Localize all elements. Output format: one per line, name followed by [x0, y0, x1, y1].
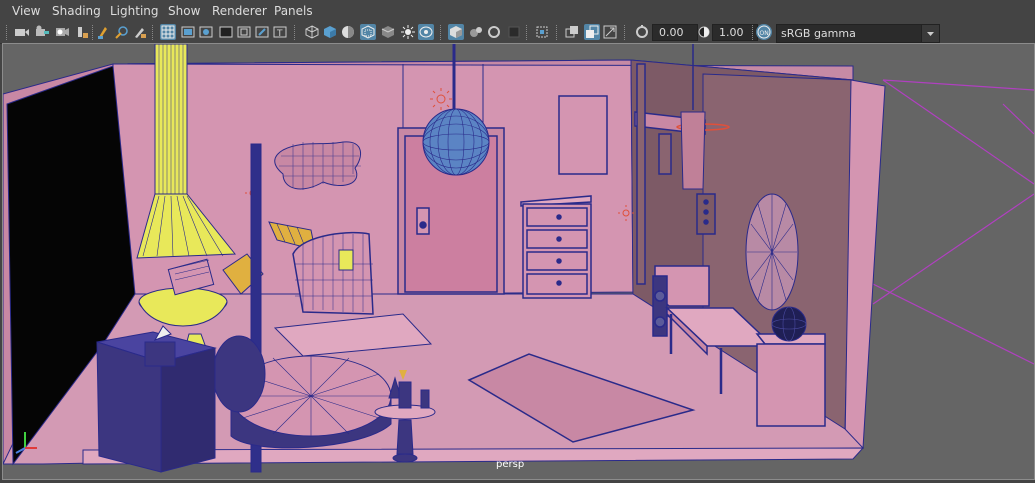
panel-toolbar: T 0.00 1.00 ON sRGB gamma: [0, 22, 1035, 44]
two-d-pan-icon[interactable]: [96, 24, 112, 40]
toolbar-separator: [556, 25, 559, 40]
colorspace-value: sRGB gamma: [781, 27, 856, 40]
disco-ball: [422, 108, 490, 176]
toolbar-separator: [92, 25, 95, 40]
viewport-3d[interactable]: persp: [2, 43, 1035, 480]
purple-cabinet: [96, 325, 217, 473]
motion-blur-icon[interactable]: [506, 24, 522, 40]
exposure-icon[interactable]: [634, 24, 650, 40]
exposure-field[interactable]: 0.00: [652, 24, 698, 41]
grid-icon[interactable]: [160, 24, 176, 40]
toolbar-separator: [752, 25, 755, 40]
dresser: [520, 195, 592, 299]
wall-frame: [558, 95, 608, 175]
toolbar-separator: [624, 25, 627, 40]
toolbar-separator: [440, 25, 443, 40]
menu-shading[interactable]: Shading: [52, 4, 101, 18]
wicker-chair: [292, 231, 374, 315]
menu-show[interactable]: Show: [168, 4, 200, 18]
grease-pencil-icon[interactable]: [114, 24, 130, 40]
wireframe-icon[interactable]: [304, 24, 320, 40]
menu-lighting[interactable]: Lighting: [110, 4, 159, 18]
safe-title-icon[interactable]: T: [272, 24, 288, 40]
menu-renderer[interactable]: Renderer: [212, 4, 267, 18]
anti-aliasing-icon[interactable]: [534, 24, 550, 40]
ambient-occlusion-icon[interactable]: [486, 24, 502, 40]
hanging-lamp-right: [680, 111, 706, 190]
color-management-icon[interactable]: ON: [756, 24, 772, 40]
toolbar-separator: [526, 25, 529, 40]
toolbar-separator: [6, 25, 9, 40]
textured-icon[interactable]: [360, 24, 376, 40]
menu-view[interactable]: View: [12, 4, 40, 18]
toolbar-separator: [294, 25, 297, 40]
use-all-lights-icon[interactable]: [380, 24, 396, 40]
resolution-gate-icon[interactable]: [198, 24, 214, 40]
default-material-icon[interactable]: [340, 24, 356, 40]
gamma-icon[interactable]: [696, 24, 712, 40]
svg-text:T: T: [276, 29, 283, 39]
safe-action-icon[interactable]: [254, 24, 270, 40]
menu-panels[interactable]: Panels: [274, 4, 313, 18]
cloud-decor: [274, 141, 362, 190]
grease-pencil-color-icon[interactable]: [132, 24, 148, 40]
image-plane-icon[interactable]: [74, 24, 90, 40]
chevron-down-icon[interactable]: [921, 25, 939, 42]
round-lamp: [771, 306, 807, 342]
shadows-icon[interactable]: [400, 24, 416, 40]
isolate-select-icon[interactable]: [584, 24, 600, 40]
wire-sphere: [212, 335, 266, 413]
xray-icon[interactable]: [418, 24, 434, 40]
nightstand: [755, 333, 826, 427]
bookmark-icon[interactable]: [54, 24, 70, 40]
svg-text:ON: ON: [760, 30, 769, 37]
select-camera-icon[interactable]: [14, 24, 30, 40]
xray-joints-icon[interactable]: [448, 24, 464, 40]
camera-attributes-icon[interactable]: [34, 24, 50, 40]
gate-mask-icon[interactable]: [218, 24, 234, 40]
xray-active-icon[interactable]: [468, 24, 484, 40]
film-gate-icon[interactable]: [180, 24, 196, 40]
field-chart-icon[interactable]: [236, 24, 252, 40]
toolbar-separator: [152, 25, 155, 40]
fit-view-icon[interactable]: [602, 24, 618, 40]
depth-of-field-icon[interactable]: [564, 24, 580, 40]
camera-label: persp: [496, 459, 525, 470]
smooth-shade-icon[interactable]: [322, 24, 338, 40]
colorspace-dropdown[interactable]: sRGB gamma: [776, 24, 940, 43]
menu-bar: View Shading Lighting Show Renderer Pane…: [0, 0, 1035, 22]
scene-render: [3, 44, 1034, 479]
